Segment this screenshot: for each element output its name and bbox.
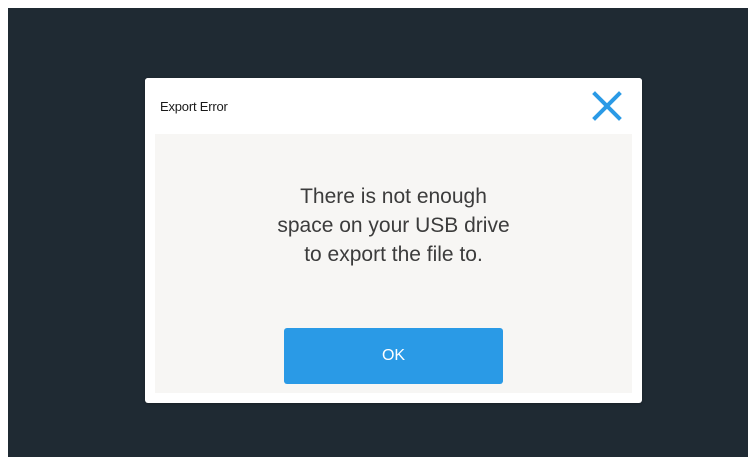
- dialog-header: Export Error: [145, 78, 642, 134]
- error-message-line: space on your USB drive: [277, 214, 510, 237]
- close-icon: [592, 91, 622, 121]
- close-button[interactable]: [591, 90, 623, 122]
- ok-button[interactable]: OK: [284, 328, 503, 384]
- export-error-dialog: Export Error There is not enough space o…: [145, 78, 642, 403]
- error-message: There is not enough space on your USB dr…: [155, 182, 632, 269]
- error-message-line: There is not enough: [300, 185, 487, 208]
- screen-backdrop: Export Error There is not enough space o…: [8, 8, 748, 457]
- dialog-body: There is not enough space on your USB dr…: [155, 134, 632, 393]
- dialog-title: Export Error: [160, 99, 228, 114]
- error-message-line: to export the file to.: [304, 243, 483, 266]
